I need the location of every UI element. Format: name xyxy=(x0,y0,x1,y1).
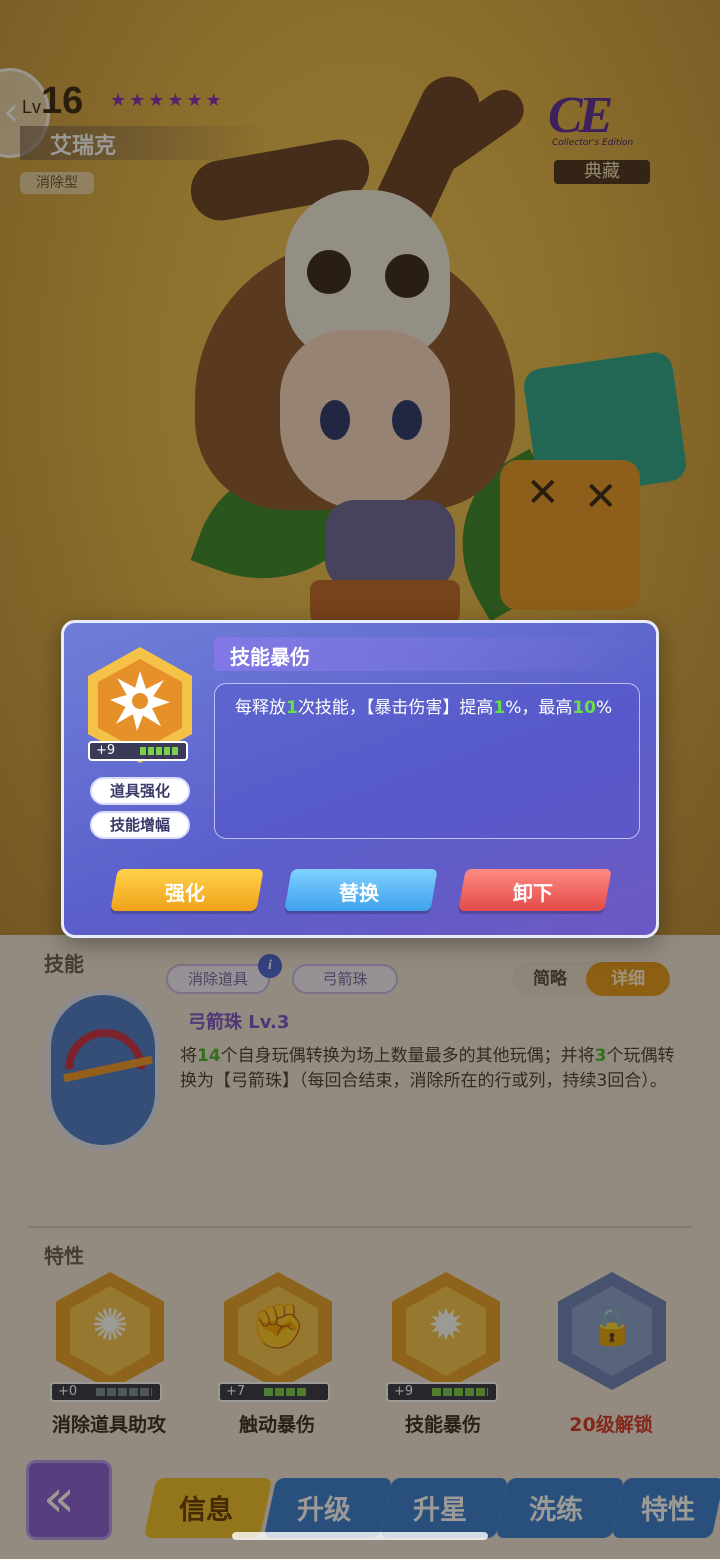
tag-prop-enhance[interactable]: 道具强化 xyxy=(90,777,190,805)
dialog-title: 技能暴伤 xyxy=(230,645,310,669)
trait-description: 每释放1次技能，【暴击伤害】提高1%，最高10% xyxy=(235,698,613,718)
replace-button-label: 替换 xyxy=(339,881,379,905)
trait-detail-dialog: 技能暴伤 +9 道具强化 技能增幅 每释放1次技能，【暴击伤害】提高1%，最高1… xyxy=(61,620,659,938)
description-box: 每释放1次技能，【暴击伤害】提高1%，最高10% xyxy=(214,683,640,839)
enhance-button-label: 强化 xyxy=(165,881,205,905)
trait-level: +9 xyxy=(96,743,116,758)
home-indicator[interactable] xyxy=(232,1532,488,1540)
trait-level-bar: +9 xyxy=(88,741,188,761)
tag-skill-amplify[interactable]: 技能增幅 xyxy=(90,811,190,839)
unequip-button-label: 卸下 xyxy=(513,881,553,905)
